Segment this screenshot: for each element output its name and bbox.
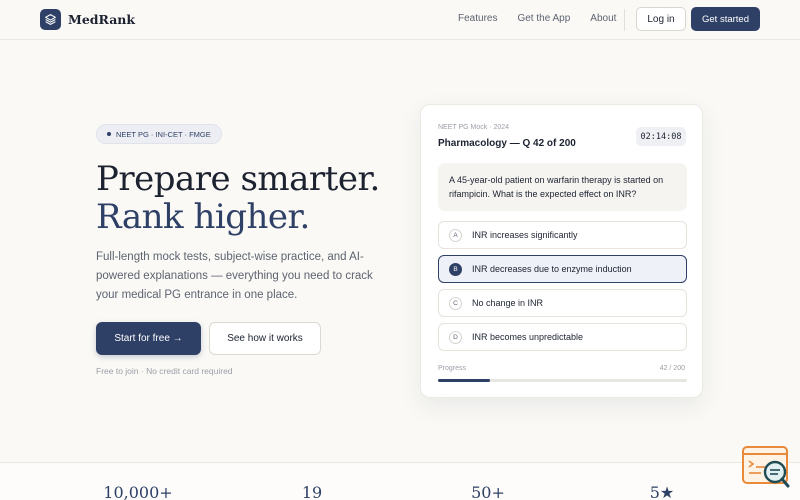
- option-text: No change in INR: [472, 298, 544, 308]
- option-letter: B: [449, 262, 462, 276]
- start-for-free-button[interactable]: Start for free →: [96, 322, 201, 355]
- exam-tags-text: NEET PG · INI-CET · FMGE: [116, 129, 211, 139]
- exam-tags-pill: NEET PG · INI-CET · FMGE: [96, 124, 222, 144]
- stats-strip: 10,000+ 19 50+ 5★: [0, 462, 800, 500]
- option-letter: C: [449, 296, 462, 310]
- nav-link-about[interactable]: About: [590, 13, 616, 24]
- option-d[interactable]: D INR becomes unpredictable: [438, 323, 687, 351]
- mock-test-card: NEET PG Mock · 2024 Pharmacology — Q 42 …: [420, 104, 703, 398]
- hero-description: Full-length mock tests, subject-wise pra…: [96, 251, 373, 301]
- hero-title: Prepare smarter. Rank higher.: [96, 160, 380, 236]
- question-text: A 45-year-old patient on warfarin therap…: [438, 163, 687, 211]
- top-nav: MedRank Features Get the App About Log i…: [0, 0, 800, 40]
- hero-note: Free to join · No credit card required: [96, 366, 233, 376]
- hero-title-line-1: Prepare smarter.: [96, 159, 380, 199]
- brand-name: MedRank: [68, 12, 136, 27]
- progress-bar-fill: [438, 379, 491, 382]
- stat-value: 10,000+: [103, 483, 173, 500]
- timer-badge: 02:14:08: [636, 127, 686, 146]
- nav-divider: [624, 9, 625, 31]
- dot-icon: [107, 132, 111, 136]
- option-a[interactable]: A INR increases significantly: [438, 221, 687, 249]
- option-text: INR becomes unpredictable: [472, 332, 584, 342]
- progress-bar: [438, 379, 687, 382]
- option-c[interactable]: C No change in INR: [438, 289, 687, 317]
- search-code-widget-icon[interactable]: [741, 445, 791, 490]
- option-letter: A: [449, 228, 462, 242]
- option-text: INR decreases due to enzyme induction: [472, 264, 632, 274]
- nav-links: Features Get the App About: [458, 13, 616, 24]
- stat-value: 50+: [471, 483, 505, 500]
- layers-icon: [40, 9, 61, 30]
- card-subtitle: NEET PG Mock · 2024: [438, 124, 510, 131]
- login-button[interactable]: Log in: [636, 7, 686, 31]
- stat-value: 5★: [649, 483, 675, 500]
- progress-count: 42 / 200: [659, 365, 685, 372]
- brand-logo[interactable]: MedRank: [40, 9, 135, 30]
- card-title: Pharmacology — Q 42 of 200: [438, 138, 576, 149]
- see-how-it-works-button[interactable]: See how it works: [209, 322, 321, 355]
- option-b[interactable]: B INR decreases due to enzyme induction: [438, 255, 687, 283]
- nav-link-features[interactable]: Features: [458, 13, 497, 24]
- stat-value: 19: [301, 483, 323, 500]
- hero-title-line-2: Rank higher.: [96, 197, 310, 237]
- option-text: INR increases significantly: [472, 230, 578, 240]
- option-letter: D: [449, 330, 462, 344]
- nav-link-get-the-app[interactable]: Get the App: [517, 13, 570, 24]
- get-started-button[interactable]: Get started: [691, 7, 760, 31]
- progress-label: Progress: [438, 365, 467, 372]
